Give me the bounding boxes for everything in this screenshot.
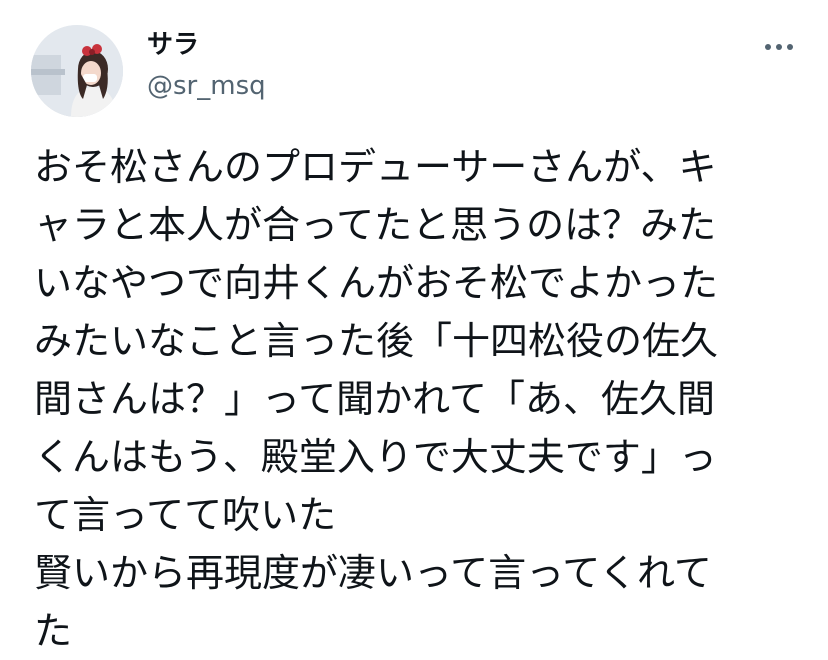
author-handle[interactable]: @sr_msq (147, 70, 266, 102)
tweet-card: サラ @sr_msq おそ松さんのプロデューサーさんが、キ ャラと本人が合ってた… (0, 0, 828, 653)
tweet-text-line: て言ってて吹いた (34, 493, 337, 537)
tweet-text-line: 間さんは？」って聞かれて「あ、佐久間 (34, 377, 715, 421)
tweet-text-line: 賢いから再現度が凄いって言ってくれて (34, 551, 712, 595)
tweet-text-line: た (34, 609, 73, 653)
avatar[interactable] (31, 25, 123, 117)
profile-photo-icon (31, 25, 123, 117)
tweet-text-line: みたいなこと言った後「十四松役の佐久 (34, 319, 719, 363)
more-horizontal-icon (765, 44, 771, 50)
tweet-text: おそ松さんのプロデューサーさんが、キ ャラと本人が合ってたと思うのは？みた いな… (34, 138, 814, 660)
tweet-text-line: くんはもう、殿堂入りで大丈夫です」っ (34, 435, 717, 479)
more-horizontal-icon (776, 44, 782, 50)
tweet-text-line: いなやつで向井くんがおそ松でよかった (34, 261, 719, 305)
tweet-text-line: おそ松さんのプロデューサーさんが、キ (34, 145, 717, 189)
more-horizontal-icon (787, 44, 793, 50)
more-options-button[interactable] (756, 34, 802, 60)
author-display-name[interactable]: サラ (147, 28, 199, 62)
tweet-text-line: ャラと本人が合ってたと思うのは？みた (34, 203, 717, 247)
